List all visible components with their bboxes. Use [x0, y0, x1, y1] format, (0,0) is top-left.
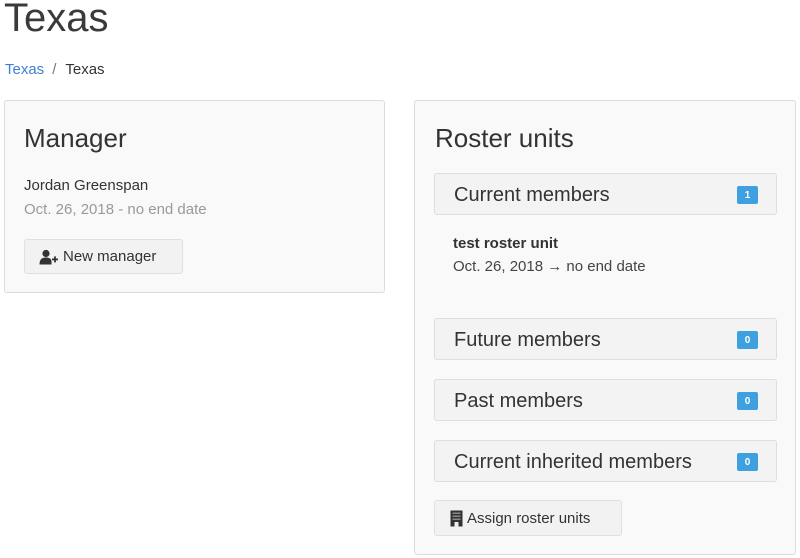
new-manager-label: New manager [63, 248, 157, 265]
new-manager-button[interactable]: New manager [24, 239, 183, 274]
breadcrumb: Texas / Texas [5, 61, 105, 78]
count-badge: 0 [737, 392, 758, 410]
future-members-header[interactable]: Future members 0 [434, 318, 777, 360]
manager-heading: Manager [24, 123, 127, 153]
section-label: Past members [454, 390, 583, 412]
building-icon [450, 510, 463, 527]
count-badge: 1 [737, 186, 758, 204]
page-title: Texas [4, 0, 109, 40]
roster-unit-name[interactable]: test roster unit [453, 235, 646, 252]
section-label: Future members [454, 329, 601, 351]
count-badge: 0 [737, 331, 758, 349]
section-label: Current inherited members [454, 451, 692, 473]
section-label: Current members [454, 184, 610, 206]
past-members-header[interactable]: Past members 0 [434, 379, 777, 421]
roster-unit-dates: Oct. 26, 2018 → no end date [453, 258, 646, 275]
assign-roster-units-label: Assign roster units [467, 509, 591, 527]
roster-units-panel: Roster units Current members 1 test rost… [414, 100, 796, 555]
manager-dates: Oct. 26, 2018 - no end date [24, 201, 207, 218]
user-plus-icon [39, 249, 59, 265]
breadcrumb-separator: / [52, 61, 57, 78]
count-badge: 0 [737, 453, 758, 471]
breadcrumb-current: Texas [65, 61, 105, 78]
roster-units-heading: Roster units [435, 123, 574, 153]
current-members-header[interactable]: Current members 1 [434, 173, 777, 215]
assign-roster-units-button[interactable]: Assign roster units [434, 500, 622, 536]
manager-panel: Manager Jordan Greenspan Oct. 26, 2018 -… [4, 100, 385, 293]
breadcrumb-link-texas[interactable]: Texas [5, 61, 44, 78]
manager-name: Jordan Greenspan [24, 177, 149, 194]
list-item: test roster unit Oct. 26, 2018 → no end … [453, 235, 646, 275]
current-inherited-members-header[interactable]: Current inherited members 0 [434, 440, 777, 482]
